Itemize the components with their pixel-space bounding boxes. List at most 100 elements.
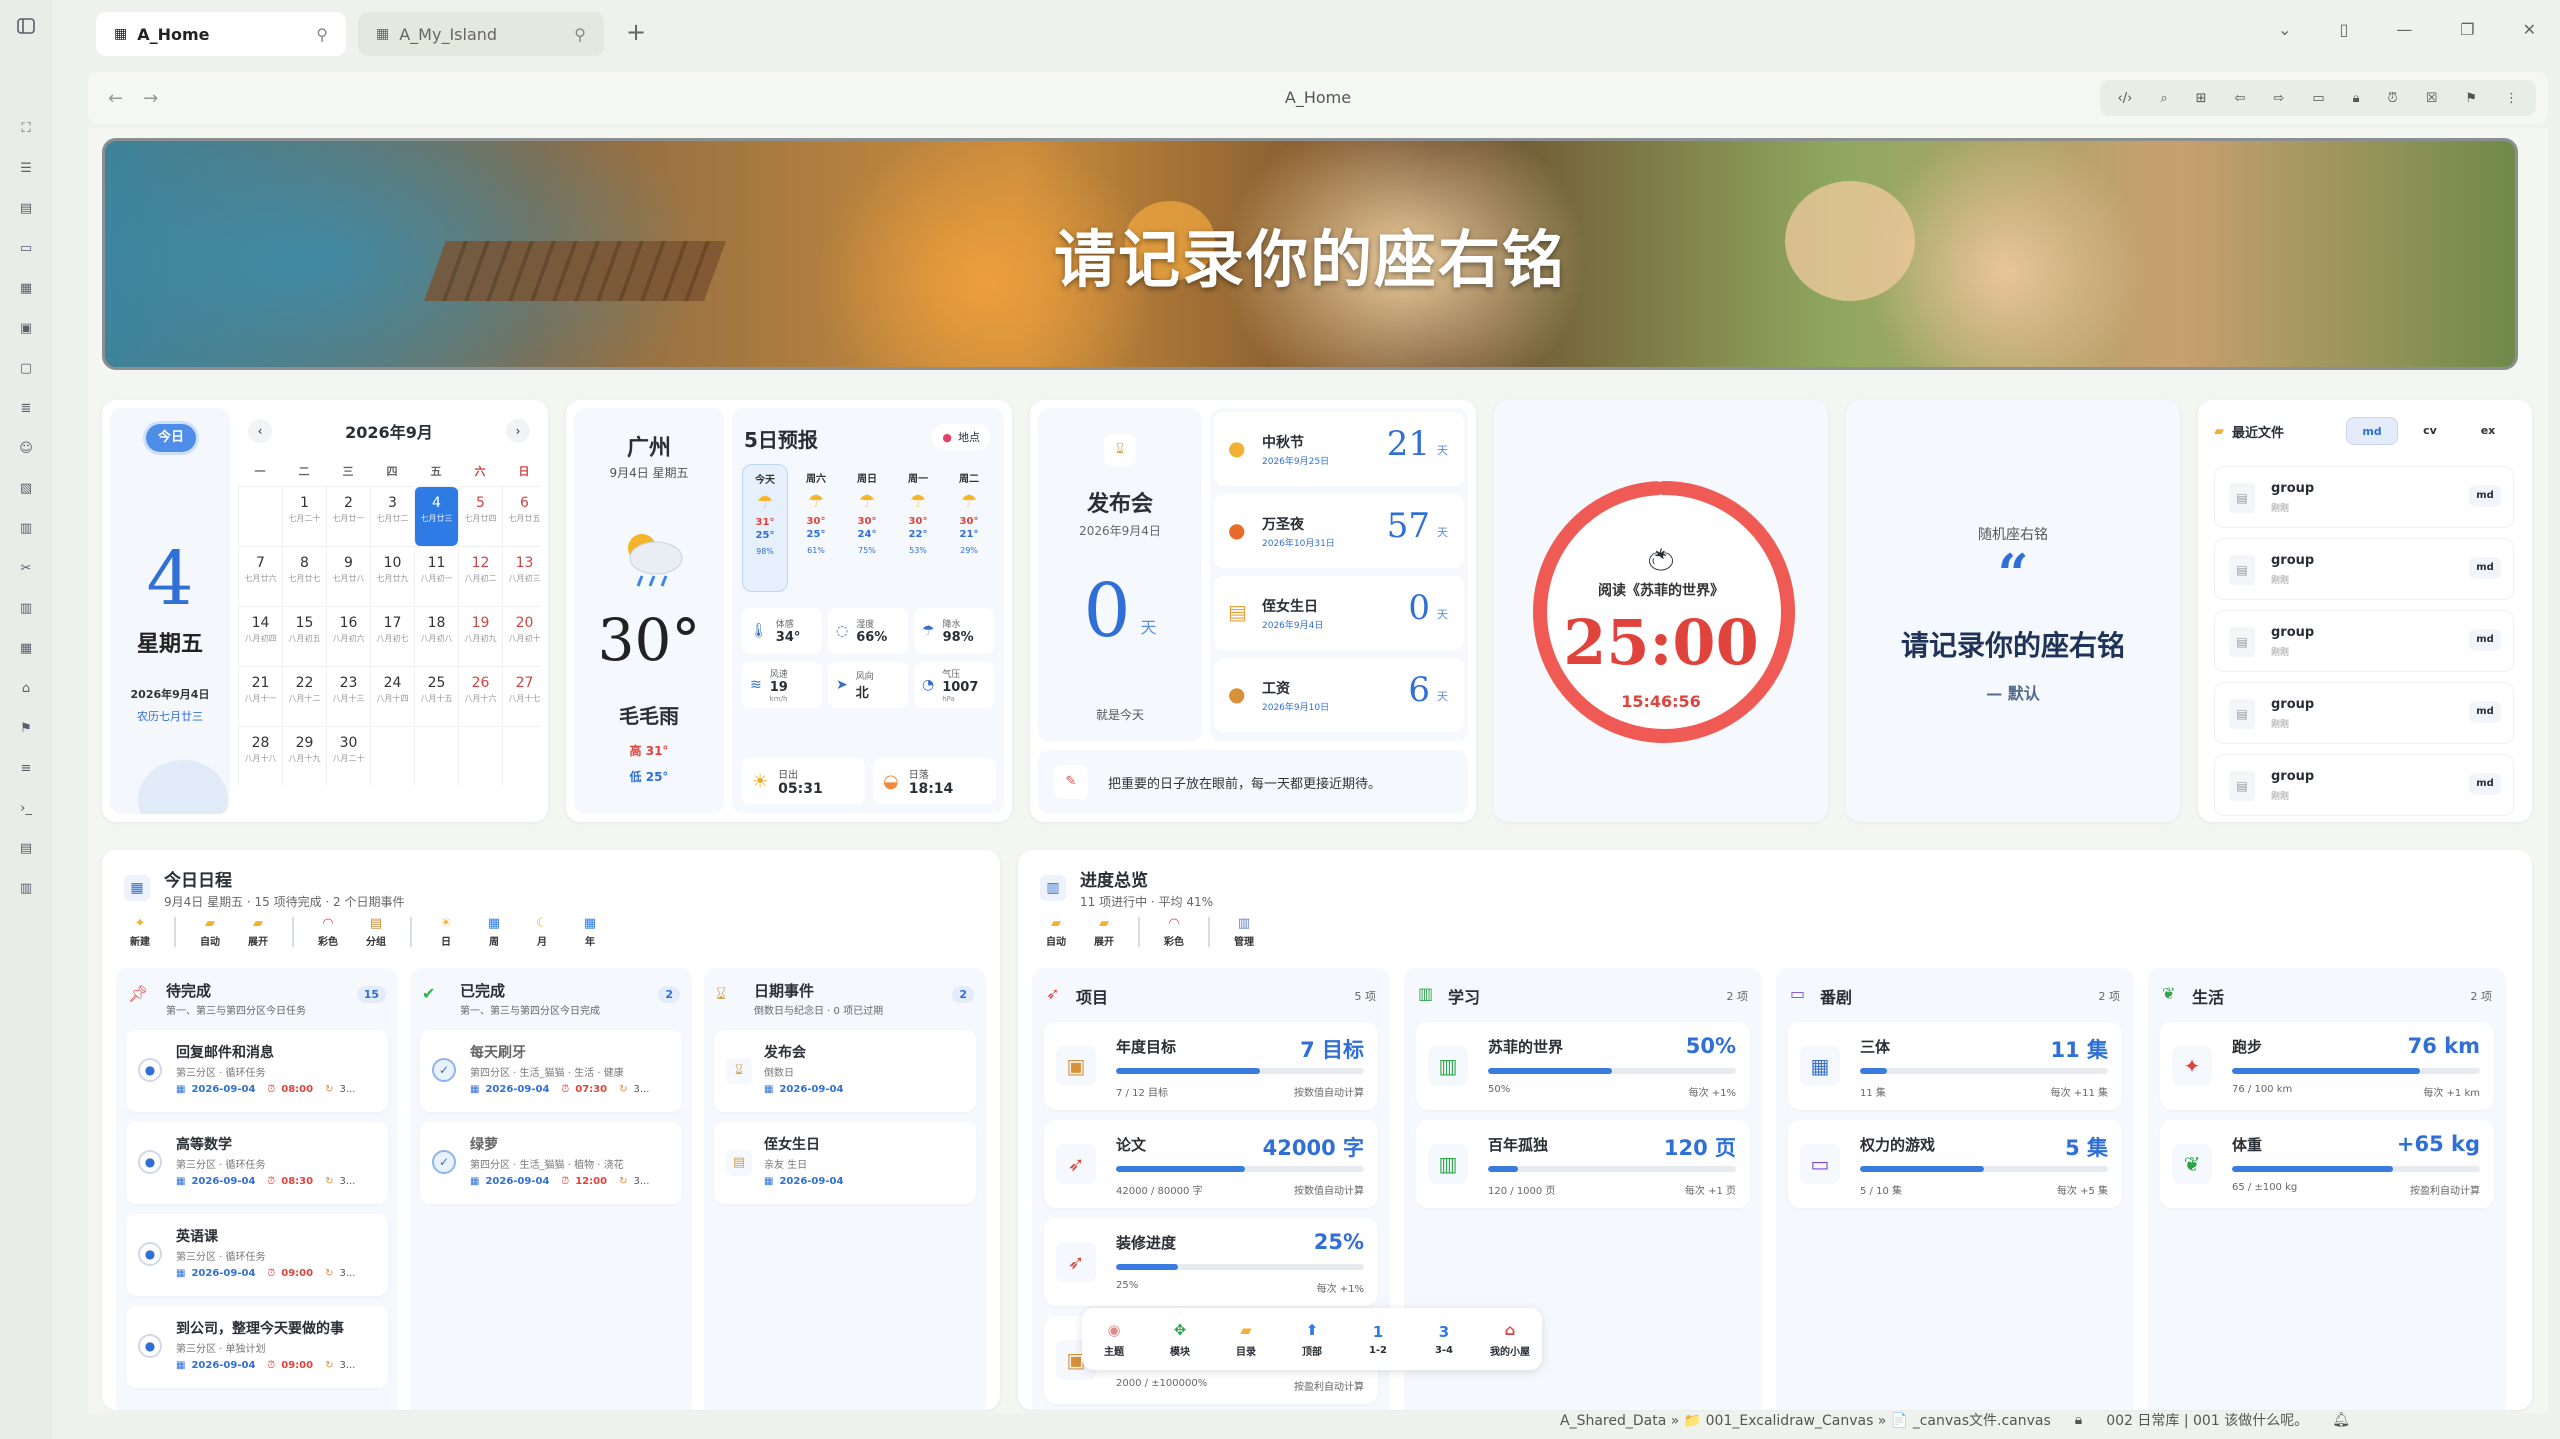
progress-item[interactable]: ❦ 体重 +65 kg 65 / ±100 kg 按盈利自动计算 (2160, 1120, 2494, 1208)
trash-icon[interactable]: ▥ (0, 508, 52, 548)
progress-item[interactable]: ▣ 年度目标 7 目标 7 / 12 目标 按数值自动计算 (1044, 1022, 1378, 1110)
minimize-icon[interactable]: — (2396, 20, 2412, 39)
close-icon[interactable]: ✕ (2523, 20, 2536, 39)
book-icon[interactable]: ▤ (0, 188, 52, 228)
calendar-day[interactable]: 12 八月初二 (458, 546, 502, 606)
forecast-day[interactable]: 周六 ☂ 30° 25° 61% (793, 464, 839, 592)
new-tab-icon[interactable]: + (626, 18, 646, 46)
calendar-icon[interactable]: ▦ (0, 268, 52, 308)
toolbar-button[interactable]: ▦ 年 (570, 912, 610, 952)
list-icon[interactable]: ≣ (0, 388, 52, 428)
bell-icon[interactable]: 🔔︎ (2332, 1412, 2350, 1428)
x-box-icon[interactable]: ☒ (2426, 91, 2438, 106)
terminal-icon[interactable]: ›_ (0, 788, 52, 828)
calendar-day[interactable]: 1 七月二十 (282, 486, 326, 546)
tab-a-home[interactable]: ▦ A_Home ⚲ (96, 12, 346, 56)
float-nav-button[interactable]: ▰ 目录 (1224, 1321, 1268, 1358)
calendar-day[interactable]: 21 八月十一 (238, 666, 282, 726)
location-button[interactable]: ● 地点 (932, 424, 990, 450)
calendar-day[interactable]: 6 七月廿五 (502, 486, 540, 546)
code-icon[interactable]: ‹/› (2118, 91, 2133, 106)
progress-item[interactable]: ▭ 权力的游戏 5 集 5 / 10 集 每次 +5 集 (1788, 1120, 2122, 1208)
countdown-item[interactable]: ● 中秋节 2026年9月25日 21 天 (1214, 412, 1464, 486)
calendar-day[interactable]: 2 七月廿一 (326, 486, 370, 546)
calendar-day[interactable]: 17 八月初七 (370, 606, 414, 666)
task-card[interactable]: ● 回复邮件和消息 第三分区 · 循环任务 ▦ 2026-09-04 ⏰︎ 08:00 ↻ 3.… (126, 1030, 388, 1112)
more-icon[interactable]: ⋮ (2505, 91, 2518, 106)
toolbar-button[interactable]: ☀ 日 (426, 912, 466, 952)
countdown-item[interactable]: ● 工资 2026年9月10日 6 天 (1214, 658, 1464, 732)
toolbar-button[interactable]: ▰ 展开 (1084, 912, 1124, 952)
calendar-day[interactable]: 18 八月初八 (414, 606, 458, 666)
arrow-left-box-icon[interactable]: ⇦ (2235, 91, 2246, 106)
countdown-item[interactable]: ● 万圣夜 2026年10月31日 57 天 (1214, 494, 1464, 568)
calendar-day[interactable]: 11 八月初一 (414, 546, 458, 606)
calendar-day[interactable]: 26 八月十六 (458, 666, 502, 726)
file-tab-ex[interactable]: ex (2462, 417, 2514, 445)
breadcrumb-path[interactable]: A_Shared_Data » 📁 001_Excalidraw_Canvas … (1560, 1410, 2051, 1430)
monitor-icon[interactable]: ▭ (2312, 91, 2324, 106)
radio-circle-icon[interactable]: ● (138, 1150, 162, 1174)
task-card[interactable]: ▤ 侄女生日 亲友 生日 ▦ 2026-09-04 (714, 1122, 976, 1204)
maximize-icon[interactable]: ❐ (2460, 20, 2474, 39)
progress-item[interactable]: ▦ 三体 11 集 11 集每次 +11 集 (1788, 1022, 2122, 1110)
bookmark-icon[interactable]: ⚑ (0, 708, 52, 748)
task-card[interactable]: ✓ 绿萝 第四分区 · 生活_猫猫 · 植物 · 浇花 ▦ 2026-09-04 ⏰︎ 12… (420, 1122, 682, 1204)
search-icon[interactable]: ⌕ (2160, 91, 2167, 106)
radio-circle-icon[interactable]: ● (138, 1242, 162, 1266)
toolbar-button[interactable]: ▦ 周 (474, 912, 514, 952)
calendar-day[interactable]: 23 八月十三 (326, 666, 370, 726)
toolbar-button[interactable]: ▤ 分组 (356, 912, 396, 952)
progress-item[interactable]: ▥ 百年孤独 120 页 120 / 1000 页 每次 +1 页 (1416, 1120, 1750, 1208)
float-nav-button[interactable]: ⌂ 我的小屋 (1488, 1321, 1532, 1358)
sidebar-toggle-icon[interactable] (0, 6, 52, 46)
progress-item[interactable]: ➶ 装修进度 25% 25% 每次 +1% (1044, 1218, 1378, 1306)
calendar-day[interactable]: 5 七月廿四 (458, 486, 502, 546)
countdown-item[interactable]: ▤ 侄女生日 2026年9月4日 0 天 (1214, 576, 1464, 650)
calendar-day[interactable]: 9 七月廿八 (326, 546, 370, 606)
menu-icon[interactable]: ≡ (0, 748, 52, 788)
calendar-day[interactable]: 28 八月十八 (238, 726, 282, 786)
float-nav-button[interactable]: 3 3-4 (1422, 1323, 1466, 1356)
map-icon[interactable]: ⛶ (0, 108, 52, 148)
toolbar-button[interactable]: ▰ 展开 (238, 912, 278, 952)
calendar-day[interactable]: 30 八月二十 (326, 726, 370, 786)
calendar-day[interactable]: 16 八月初六 (326, 606, 370, 666)
float-nav-button[interactable]: 1 1-2 (1356, 1323, 1400, 1356)
chevron-down-icon[interactable]: ⌄ (2278, 20, 2291, 39)
outline-icon[interactable]: ☰ (0, 148, 52, 188)
task-card[interactable]: ● 到公司，整理今天要做的事 第三分区 · 单独计划 ▦ 2026-09-04 ⏰︎ 09:… (126, 1306, 388, 1388)
pin-icon[interactable]: ⚲ (574, 25, 586, 44)
calendar-day[interactable]: 7 七月廿六 (238, 546, 282, 606)
calendar-day[interactable]: 24 八月十四 (370, 666, 414, 726)
radio-circle-icon[interactable]: ● (138, 1334, 162, 1358)
home-icon[interactable]: ⌂ (0, 668, 52, 708)
float-nav-button[interactable]: ⬆ 顶部 (1290, 1321, 1334, 1358)
checked-circle-icon[interactable]: ✓ (432, 1150, 456, 1174)
calendar-day[interactable]: 15 八月初五 (282, 606, 326, 666)
sidebar-right-icon[interactable]: ▯ (2339, 20, 2348, 39)
canvas-icon[interactable]: ▢ (0, 348, 52, 388)
task-card[interactable]: ✓ 每天刷牙 第四分区 · 生活_猫猫 · 生活 · 健康 ▦ 2026-09-04 ⏰︎… (420, 1030, 682, 1112)
task-card[interactable]: ● 高等数学 第三分区 · 循环任务 ▦ 2026-09-04 ⏰︎ 08:30 ↻ 3... (126, 1122, 388, 1204)
calendar-day[interactable]: 29 八月十九 (282, 726, 326, 786)
motto-text[interactable]: 请记录你的座右铭 (1846, 624, 2180, 664)
calendar-day[interactable]: 4 七月廿三 (414, 486, 458, 546)
calendar-day[interactable]: 3 七月廿二 (370, 486, 414, 546)
forecast-day[interactable]: 周一 ☂ 30° 22° 53% (895, 464, 941, 592)
prev-month-button[interactable]: ‹ (248, 419, 272, 443)
progress-item[interactable]: ✦ 跑步 76 km 76 / 100 km 每次 +1 km (2160, 1022, 2494, 1110)
calendar-day[interactable]: 14 八月初四 (238, 606, 282, 666)
file-row[interactable]: ▤ group 刚刚 md (2214, 754, 2514, 816)
smile-icon[interactable]: ☺ (0, 428, 52, 468)
calendar-day[interactable]: 27 八月十七 (502, 666, 540, 726)
lock-icon[interactable]: 🔒︎ (2075, 1412, 2082, 1428)
tools-icon[interactable]: ✂ (0, 548, 52, 588)
tab-a-my-island[interactable]: ▦ A_My_Island ⚲ (358, 12, 604, 56)
radio-circle-icon[interactable]: ● (138, 1058, 162, 1082)
calendar-day[interactable]: 19 八月初九 (458, 606, 502, 666)
today-button[interactable]: 今日 (146, 424, 196, 452)
alarm-icon[interactable]: ⏰︎ (2388, 91, 2398, 106)
file-row[interactable]: ▤ group 刚刚 md (2214, 538, 2514, 600)
calendar-day[interactable]: 13 八月初三 (502, 546, 540, 606)
